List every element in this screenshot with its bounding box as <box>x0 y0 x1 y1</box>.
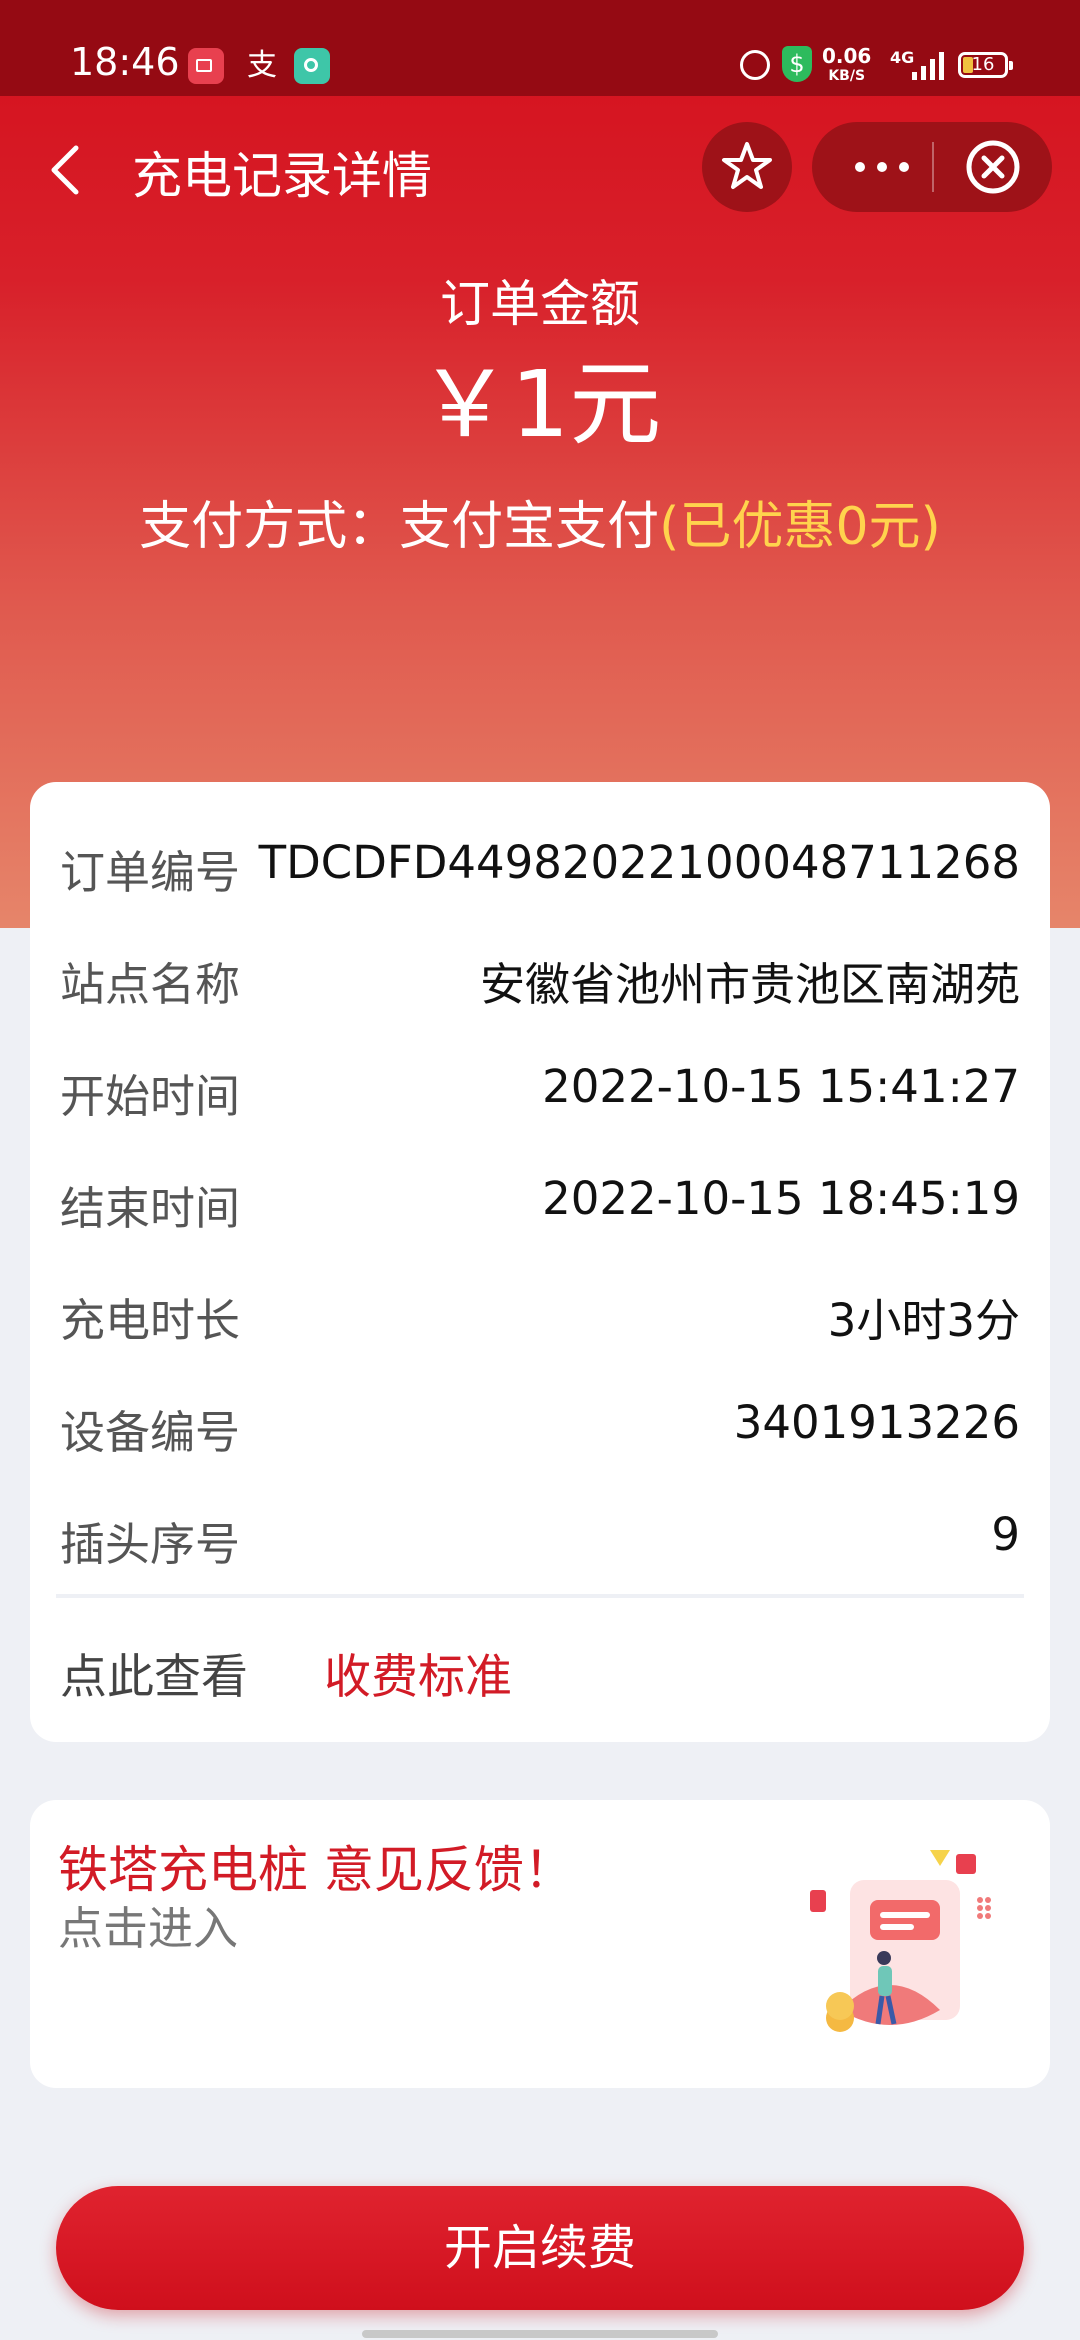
detail-row-station: 站点名称 安徽省池州市贵池区南湖苑 <box>60 938 1020 1018</box>
video-recorder-icon <box>188 48 224 84</box>
favorite-star-icon <box>722 142 772 189</box>
detail-row-start-time: 开始时间 2022-10-15 15:41:27 <box>60 1050 1020 1130</box>
speed-unit: KB/S <box>828 68 866 84</box>
detail-label: 结束时间 <box>60 1182 241 1235</box>
detail-row-duration: 充电时长 3小时3分 <box>60 1274 1020 1354</box>
speed-value: 0.06 <box>822 44 872 68</box>
detail-value: 安徽省池州市贵池区南湖苑 <box>479 958 1020 1011</box>
detail-label: 站点名称 <box>60 958 241 1011</box>
order-details-card: 订单编号 TDCDFD4498202210004871​1268 站点名称 安徽… <box>30 782 1050 1742</box>
home-indicator <box>362 2330 718 2338</box>
detail-label: 插头序号 <box>60 1518 241 1571</box>
payment-discount: (已优惠0元) <box>659 497 941 557</box>
feedback-illustration-icon <box>810 1850 991 2032</box>
favorite-button[interactable] <box>702 122 792 212</box>
detail-value: 3401913226 <box>733 1396 1020 1449</box>
page-title: 充电记录详情 <box>132 147 432 205</box>
detail-row-device-number: 设备编号 3401913226 <box>60 1386 1020 1466</box>
detail-value: 2022-10-15 15:41:27 <box>542 1060 1020 1113</box>
music-icon <box>294 48 330 84</box>
payment-method: 支付方式：支付宝支付(已优惠0元) <box>0 484 1080 559</box>
capsule-divider <box>932 142 934 192</box>
detail-label: 设备编号 <box>60 1406 241 1459</box>
detail-row-end-time: 结束时间 2022-10-15 18:45:19 <box>60 1162 1020 1242</box>
feedback-subtitle: 点击进入 <box>58 1902 239 1955</box>
miniapp-capsule <box>812 122 1052 212</box>
detail-value: 3小时3分 <box>827 1294 1020 1347</box>
fee-standard-row: 点此查看 收费标准 <box>60 1630 1020 1710</box>
battery-level: 16 <box>971 54 995 75</box>
payment-method-label: 支付方式：支付宝支付 <box>139 497 660 557</box>
network-speed: 0.06 KB/S <box>822 46 871 86</box>
network-type: 4G <box>890 48 915 67</box>
detail-value: 9 <box>991 1508 1020 1561</box>
divider <box>56 1594 1024 1598</box>
detail-label: 订单编号 <box>60 846 241 899</box>
feedback-card[interactable]: 铁塔充电桩 意见反馈！ 点击进入 <box>30 1800 1050 2088</box>
battery-icon: 16 <box>958 52 1013 78</box>
amount-label: 订单金额 <box>440 275 640 333</box>
amount-value: ￥1元 <box>418 351 662 458</box>
back-icon[interactable] <box>40 140 100 200</box>
renew-button[interactable]: 开启续费 <box>56 2186 1024 2310</box>
alarm-icon <box>740 50 770 80</box>
close-circle-icon[interactable] <box>964 138 1022 196</box>
detail-label: 充电时长 <box>60 1294 241 1347</box>
security-shield-icon: $ <box>782 46 812 82</box>
status-time: 18:46 <box>70 40 180 84</box>
detail-row-order-number: 订单编号 TDCDFD4498202210004871​1268 <box>60 826 1020 906</box>
status-bar: 18:46 支 $ 0.06 KB/S 4G 16 <box>0 0 1080 96</box>
detail-value: 2022-10-15 18:45:19 <box>542 1172 1020 1225</box>
fee-label: 点此查看 <box>60 1650 248 1705</box>
detail-label: 开始时间 <box>60 1070 241 1123</box>
signal-icon <box>912 50 946 80</box>
nav-bar: 充电记录详情 <box>0 96 1080 246</box>
alipay-icon: 支 <box>247 48 277 83</box>
detail-row-plug-number: 插头序号 9 <box>60 1498 1020 1578</box>
detail-value: TDCDFD4498202210004871​1268 <box>258 836 1020 889</box>
more-dots-icon[interactable] <box>842 144 922 190</box>
fee-standard-link[interactable]: 收费标准 <box>324 1638 512 1707</box>
